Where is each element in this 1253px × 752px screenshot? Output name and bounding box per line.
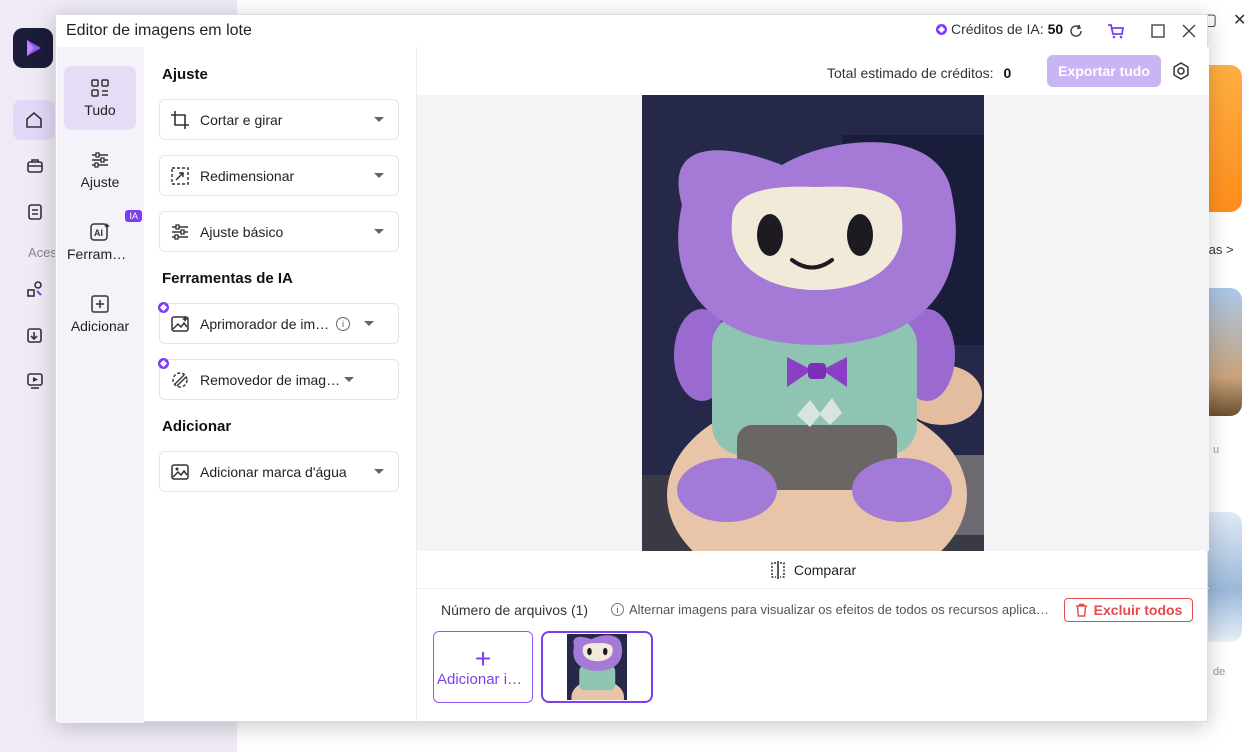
trash-icon [1075,603,1087,617]
dialog-title: Editor de imagens em lote [66,22,252,39]
card-caption-1: u [1213,444,1220,456]
preview-topbar: Total estimado de créditos: 0 Exportar tu… [417,47,1209,95]
estimated-credits: Total estimado de créditos: 0 [827,65,1011,81]
tab-all-label: Tudo [84,102,116,118]
tool-crop-rotate-label: Cortar e girar [200,111,283,128]
resize-icon [170,166,190,186]
tool-resize-label: Redimensionar [200,167,295,184]
tab-ai-tools-label: Ferramentas de IA [67,246,133,262]
ai-icon: AI [90,223,110,241]
compare-icon [771,560,785,579]
ai-gem-icon [158,358,169,369]
watermark-icon [170,462,190,482]
tab-all[interactable]: Tudo [64,66,136,130]
sliders-icon [92,152,108,168]
info-icon: i [611,603,624,616]
tab-adjust-label: Ajuste [80,174,120,190]
add-images-button[interactable]: + Adicionar imagens [433,631,533,703]
tool-background-remover-label: Removedor de imagem [200,371,344,388]
compare-button[interactable]: Comparar [417,551,1209,589]
section-title-ai-tools: Ferramentas de IA [162,270,293,287]
ia-badge: IA [125,210,142,222]
tool-basic-adjust-label: Ajuste básico [200,223,284,240]
settings-icon[interactable] [1171,61,1191,84]
tool-image-enhancer[interactable]: Aprimorador de imagem i [158,302,399,344]
file-count: Número de arquivos (1) [441,602,589,618]
tab-ai-tools[interactable]: AI IA Ferramentas de IA [64,210,142,274]
add-images-label: Adicionar imagens [437,670,529,688]
section-title-add: Adicionar [162,418,232,435]
plus-icon: + [474,642,492,674]
tab-add[interactable]: Adicionar [64,282,136,346]
cart-icon[interactable] [1105,20,1127,42]
screen-record-icon[interactable] [22,368,48,394]
app-logo [13,28,53,68]
more-link[interactable]: tas > [1205,242,1234,257]
info-icon[interactable]: i [336,316,350,331]
image-enhance-icon [170,314,190,334]
ai-credits: Créditos de IA: 50 [936,21,1063,37]
tool-add-watermark[interactable]: Adicionar marca d'água [159,451,399,492]
svg-text:AI: AI [94,228,103,238]
grid-icon [91,79,109,97]
crop-rotate-icon [170,110,190,130]
tool-resize[interactable]: Redimensionar [159,155,399,196]
hint-text: i Alternar imagens para visualizar os ef… [611,602,1051,617]
card-caption-2: de [1213,666,1226,678]
tool-basic-adjust[interactable]: Ajuste básico [159,211,399,252]
delete-all-button[interactable]: Excluir todos [1064,598,1193,622]
tab-add-label: Adicionar [70,318,130,334]
compare-label: Comparar [793,561,857,578]
document-icon[interactable] [22,199,48,225]
ai-gem-icon [158,302,169,313]
image-preview-area [417,95,1209,551]
hint-text-label: Alternar imagens para visualizar os efei… [629,602,1051,617]
sliders-icon [170,222,190,242]
chevron-down-icon[interactable] [374,229,384,234]
tool-image-enhancer-label: Aprimorador de imagem [200,315,336,332]
category-tab-rail: Tudo Ajuste AI IA Ferramentas de IA Adic… [57,47,144,723]
batch-image-editor-dialog: Editor de imagens em lote Créditos de IA… [55,14,1209,723]
add-square-icon [91,295,109,313]
export-all-button[interactable]: Exportar tudo [1047,55,1161,87]
estimated-credits-value: 0 [1003,65,1012,81]
background-remove-icon [170,370,190,390]
ai-credits-label: Créditos de IA: [951,21,1044,37]
home-icon[interactable] [13,100,55,140]
thumbnail-image [567,634,627,700]
ai-credits-value: 50 [1047,21,1064,37]
credit-gem-icon [936,23,947,35]
preview-image [642,95,984,551]
chevron-down-icon[interactable] [364,321,374,326]
files-bar: Número de arquivos (1) i Alternar imagen… [417,593,1209,629]
estimated-credits-label: Total estimado de créditos: [827,65,994,81]
background-close-icon[interactable]: ✕ [1233,10,1246,30]
chevron-down-icon[interactable] [344,377,354,382]
toolbox-icon[interactable] [22,153,48,179]
chevron-down-icon[interactable] [374,117,384,122]
delete-all-label: Excluir todos [1093,602,1183,618]
tool-background-remover[interactable]: Removedor de imagem [158,358,399,400]
tools-panel: Ajuste Cortar e girar Redimensionar Ajus… [144,47,417,723]
download-icon[interactable] [22,322,48,348]
chevron-down-icon[interactable] [374,173,384,178]
tab-adjust[interactable]: Ajuste [64,138,136,202]
tool-add-watermark-label: Adicionar marca d'água [200,463,347,480]
tool-crop-rotate[interactable]: Cortar e girar [159,99,399,140]
maximize-icon[interactable] [1147,20,1169,42]
image-thumbnail[interactable] [541,631,653,703]
convert-icon[interactable] [22,276,48,302]
chevron-down-icon[interactable] [374,469,384,474]
sidebar-section-label: Aces [28,245,57,260]
section-title-adjust: Ajuste [162,66,208,83]
refresh-icon[interactable] [1065,20,1087,42]
close-icon[interactable] [1178,20,1200,42]
